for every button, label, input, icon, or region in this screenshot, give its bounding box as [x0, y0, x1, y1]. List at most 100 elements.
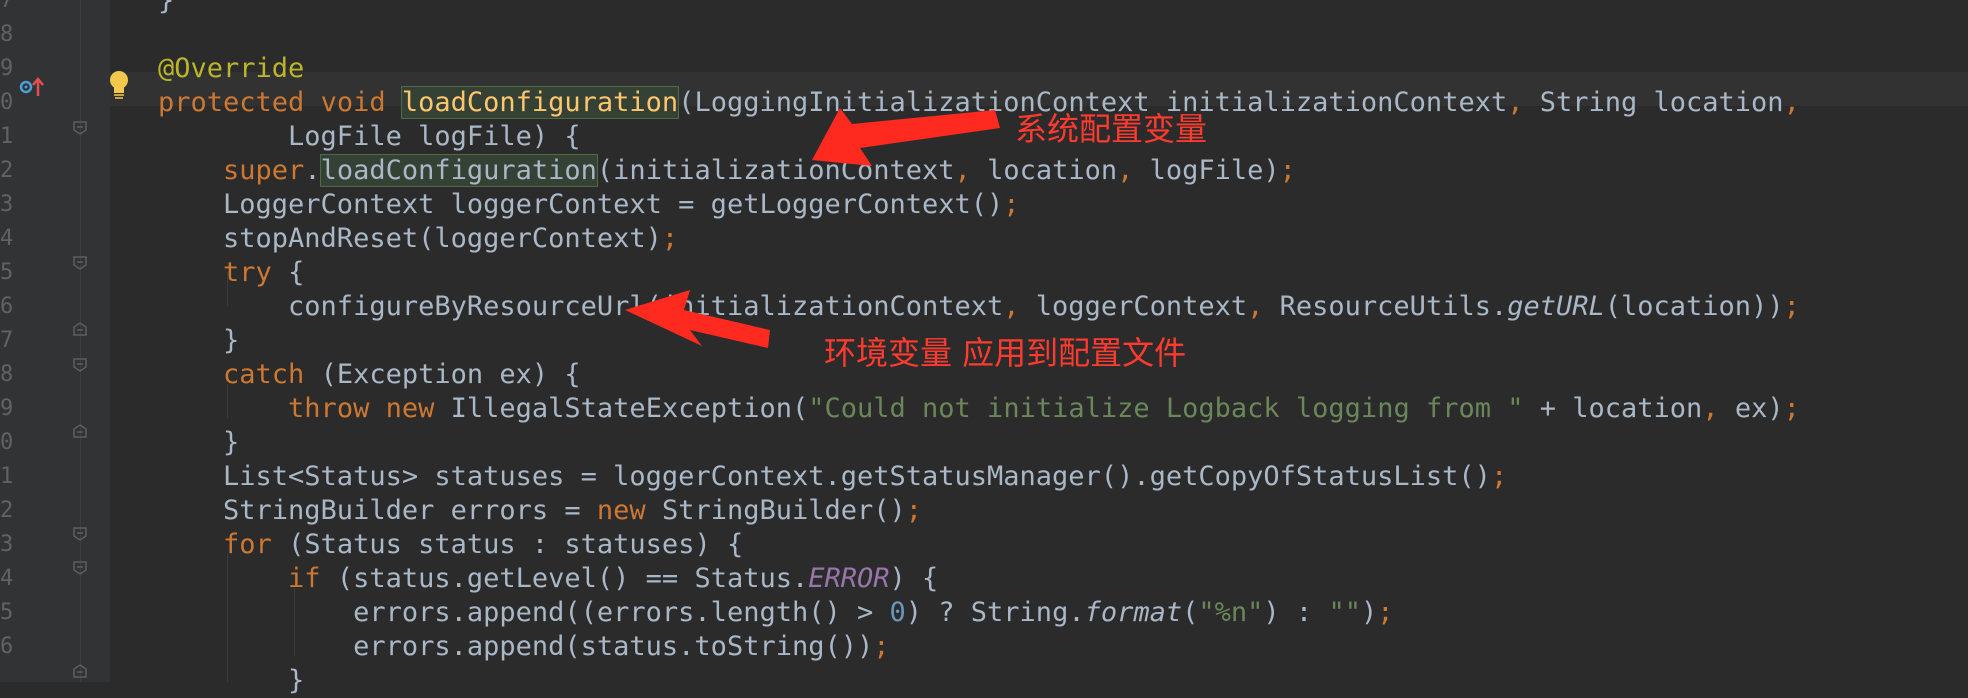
line-number: 8: [0, 362, 14, 387]
code-line[interactable]: stopAndReset(loggerContext);: [158, 222, 678, 256]
code-token: "Could not initialize Logback logging fr…: [808, 393, 1524, 424]
code-token: ,: [1003, 291, 1036, 322]
code-token: ,: [1783, 87, 1800, 118]
code-token: "%n": [1198, 597, 1264, 628]
code-line[interactable]: catch (Exception ex) {: [158, 358, 581, 392]
lightbulb-icon[interactable]: [108, 70, 130, 100]
code-token: + location: [1523, 393, 1703, 424]
indent-guide: [227, 384, 228, 418]
code-token: 0: [889, 597, 906, 628]
code-token: (location)): [1604, 291, 1784, 322]
code-token: stopAndReset(loggerContext): [158, 223, 662, 254]
fold-strip: [72, 0, 90, 682]
code-line[interactable]: }: [158, 426, 239, 460]
code-token: }: [158, 0, 175, 16]
code-token: ;: [905, 495, 923, 526]
code-token: errors.append(status.toString()): [158, 631, 874, 662]
override-method-icon[interactable]: [18, 76, 48, 98]
code-token: ): [1360, 597, 1378, 628]
code-line[interactable]: StringBuilder errors = new StringBuilder…: [158, 494, 922, 528]
code-token: ;: [873, 631, 890, 662]
code-token: errors.append((errors.length() >: [158, 597, 890, 628]
line-number: 1: [0, 124, 14, 149]
code-token: if: [288, 563, 337, 594]
line-number: 6: [0, 294, 14, 319]
code-token: ex): [1734, 393, 1784, 424]
code-token: ,: [1507, 87, 1540, 118]
code-line[interactable]: LogFile logFile) {: [158, 120, 581, 154]
fold-collapse-icon[interactable]: [73, 358, 87, 372]
line-number: 9: [0, 56, 14, 81]
code-token: throw: [288, 393, 386, 424]
code-token: }: [158, 427, 240, 458]
code-line[interactable]: }: [158, 0, 174, 18]
annotation-env-vars-applied: 环境变量 应用到配置文件: [824, 334, 1187, 372]
line-number: 7: [0, 328, 14, 353]
code-token: ;: [1783, 393, 1800, 424]
fold-collapse-icon[interactable]: [73, 256, 87, 270]
code-line[interactable]: List<Status> statuses = loggerContext.ge…: [158, 460, 1507, 494]
code-token: ;: [1003, 189, 1020, 220]
code-token: new: [385, 393, 451, 424]
line-number: 0: [0, 430, 14, 455]
code-line[interactable]: protected void loadConfiguration(Logging…: [158, 86, 1800, 120]
code-line[interactable]: }: [158, 664, 304, 698]
fold-expand-end-icon[interactable]: [73, 322, 87, 336]
line-number: 3: [0, 532, 14, 557]
code-token: {: [288, 257, 305, 288]
fold-collapse-icon[interactable]: [73, 121, 87, 135]
code-line[interactable]: for (Status status : statuses) {: [158, 528, 743, 562]
code-token: LogFile logFile) {: [158, 121, 581, 152]
fold-guide-line: [80, 0, 81, 682]
code-token: new: [596, 495, 662, 526]
code-line[interactable]: if (status.getLevel() == Status.ERROR) {: [158, 562, 938, 596]
fold-collapse-icon[interactable]: [73, 561, 87, 575]
line-number: 4: [0, 226, 14, 251]
line-number: 5: [0, 600, 14, 625]
line-number: 5: [0, 260, 14, 285]
code-token: }: [158, 665, 305, 696]
code-line[interactable]: super.loadConfiguration(initializationCo…: [158, 154, 1296, 188]
code-token: ) ? String.: [905, 597, 1085, 628]
code-line[interactable]: errors.append(status.toString());: [158, 630, 890, 664]
code-line[interactable]: configureByResourceUrl(initializationCon…: [158, 290, 1800, 324]
fold-expand-end-icon[interactable]: [73, 424, 87, 438]
code-token: (Exception ex) {: [320, 359, 581, 390]
code-token: format: [1084, 597, 1183, 628]
line-number: 8: [0, 22, 14, 47]
code-token: for: [223, 529, 289, 560]
code-line[interactable]: errors.append((errors.length() > 0) ? St…: [158, 596, 1394, 630]
code-line[interactable]: try {: [158, 256, 304, 290]
code-token: ) :: [1263, 597, 1329, 628]
code-token: IllegalStateException(: [450, 393, 809, 424]
code-line[interactable]: LoggerContext loggerContext = getLoggerC…: [158, 188, 1020, 222]
line-number: 9: [0, 396, 14, 421]
line-number: 0: [0, 90, 14, 115]
line-number: 3: [0, 192, 14, 217]
code-token: location: [987, 155, 1118, 186]
line-number: 4: [0, 566, 14, 591]
code-token: logFile): [1149, 155, 1280, 186]
code-token: protected: [158, 87, 321, 118]
indent-guide: [294, 588, 295, 656]
code-token: ;: [1490, 461, 1508, 492]
code-token: StringBuilder(): [661, 495, 906, 526]
code-token: loadConfiguration: [319, 154, 598, 187]
code-line[interactable]: @Override: [158, 52, 304, 86]
code-token: configureByResourceUrl(initializationCon…: [158, 291, 1004, 322]
code-token: ,: [954, 155, 988, 186]
annotation-system-config-vars: 系统配置变量: [1015, 110, 1208, 148]
code-token: ,: [1702, 393, 1735, 424]
fold-expand-end-icon[interactable]: [73, 664, 87, 678]
code-token: ;: [1783, 291, 1800, 322]
code-line[interactable]: throw new IllegalStateException("Could n…: [158, 392, 1800, 426]
code-token: String location: [1539, 87, 1784, 118]
fold-collapse-icon[interactable]: [73, 527, 87, 541]
code-token: ;: [1377, 597, 1394, 628]
code-line[interactable]: }: [158, 324, 239, 358]
code-token: (Status status : statuses) {: [288, 529, 744, 560]
